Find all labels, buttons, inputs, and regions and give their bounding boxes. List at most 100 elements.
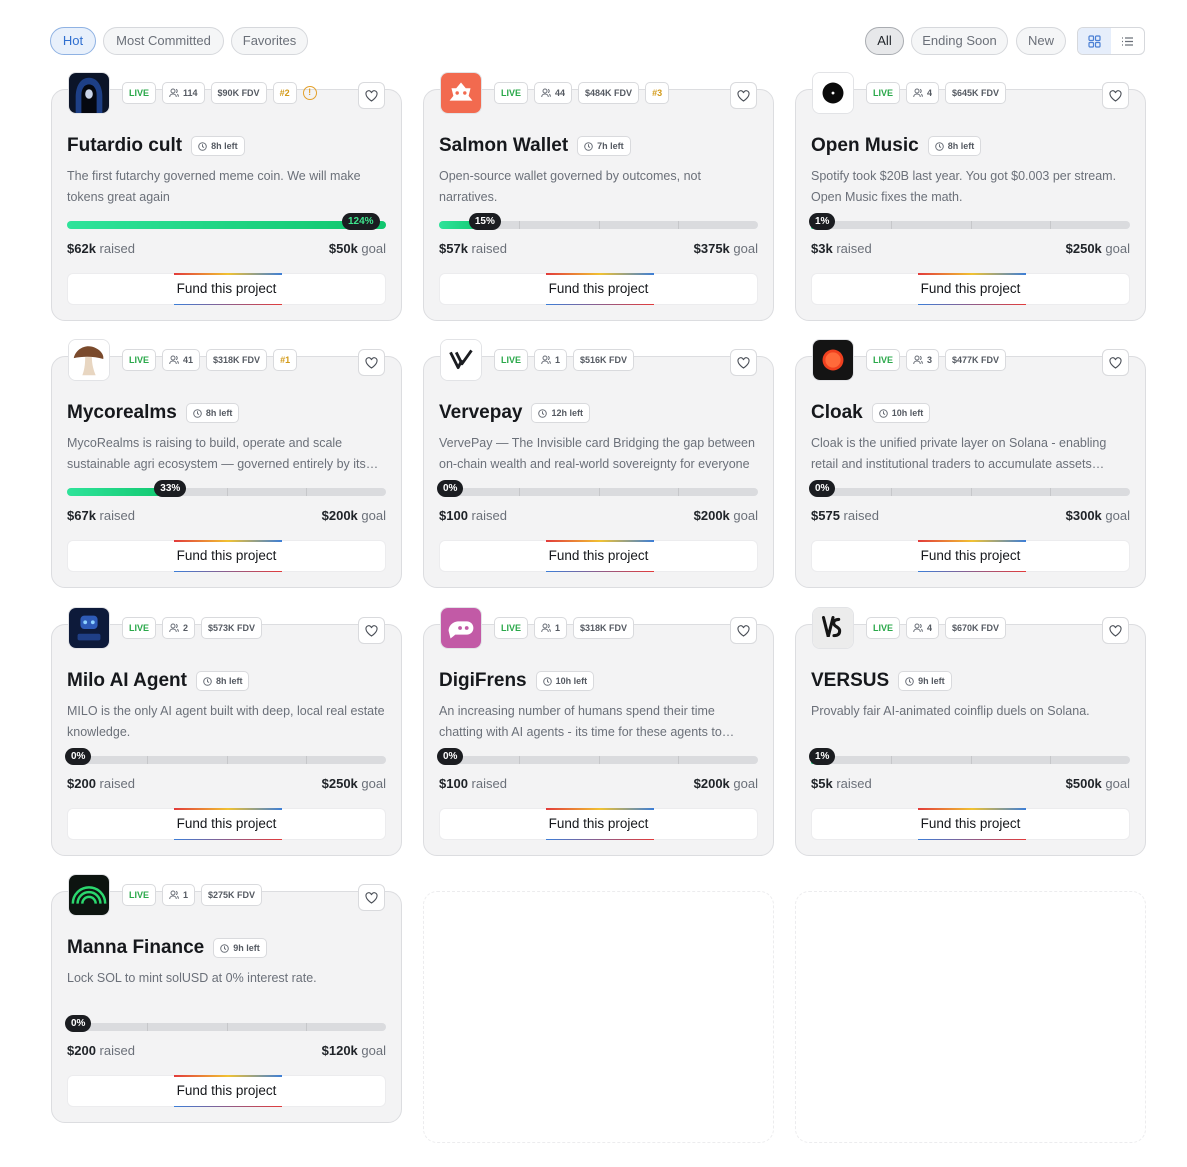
progress-tick: [519, 756, 520, 764]
favorite-button[interactable]: [730, 617, 757, 644]
raised-value: $575: [811, 508, 840, 523]
project-logo: [440, 339, 482, 381]
goal-label: goal: [361, 241, 386, 256]
project-card[interactable]: LIVE 41 $318K FDV #1 Mycorealms 8h left …: [51, 339, 402, 588]
fund-project-button[interactable]: Fund this project: [67, 273, 386, 305]
title-row: Manna Finance 9h left: [67, 937, 267, 959]
project-card[interactable]: LIVE 4 $670K FDV VERSUS 9h left Provably…: [795, 607, 1146, 856]
fund-project-button[interactable]: Fund this project: [811, 540, 1130, 572]
favorite-button[interactable]: [358, 617, 385, 644]
goal-value: $300k: [1065, 508, 1102, 523]
favorite-button[interactable]: [730, 349, 757, 376]
time-left-badge: 10h left: [535, 671, 595, 691]
grid-view-button[interactable]: [1078, 28, 1111, 54]
project-card[interactable]: LIVE 1 $516K FDV Vervepay 12h left Verve…: [423, 339, 774, 588]
fund-project-button[interactable]: Fund this project: [67, 808, 386, 840]
goal-amount: $375k goal: [694, 241, 758, 256]
project-title[interactable]: Cloak: [811, 402, 863, 424]
backers-count: 4: [927, 88, 933, 98]
grid-icon: [1088, 34, 1101, 48]
progress-tick: [306, 488, 307, 496]
fund-project-button[interactable]: Fund this project: [67, 540, 386, 572]
time-left-text: 12h left: [551, 408, 583, 418]
backers-badge: 2: [162, 617, 196, 639]
backers-badge: 1: [162, 884, 196, 906]
fund-project-button[interactable]: Fund this project: [439, 808, 758, 840]
project-title[interactable]: Vervepay: [439, 402, 522, 424]
goal-label: goal: [1105, 241, 1130, 256]
badge-row: LIVE 4 $645K FDV: [866, 82, 1007, 104]
favorite-button[interactable]: [1102, 82, 1129, 109]
clock-icon: [905, 676, 914, 686]
fund-project-button[interactable]: Fund this project: [439, 273, 758, 305]
progress-bar: 124%: [67, 213, 386, 230]
time-left-text: 9h left: [233, 943, 260, 953]
amounts-row: $3k raised $250k goal: [811, 241, 1130, 256]
fund-project-button[interactable]: Fund this project: [811, 273, 1130, 305]
filter-hot[interactable]: Hot: [50, 27, 96, 55]
project-card[interactable]: LIVE 2 $573K FDV Milo AI Agent 8h left M…: [51, 607, 402, 856]
raised-value: $3k: [811, 241, 833, 256]
favorite-button[interactable]: [358, 884, 385, 911]
progress-bar: 0%: [65, 748, 386, 765]
filter-all[interactable]: All: [865, 27, 904, 55]
project-title[interactable]: Salmon Wallet: [439, 135, 568, 157]
project-card[interactable]: LIVE 1 $318K FDV DigiFrens 10h left An i…: [423, 607, 774, 856]
project-title[interactable]: Manna Finance: [67, 937, 204, 959]
heart-icon: [1109, 624, 1122, 637]
project-description: Cloak is the unified private layer on So…: [811, 436, 1107, 471]
raised-amount: $57k raised: [439, 241, 507, 256]
progress-tick: [678, 488, 679, 496]
progress-fill: [67, 221, 386, 229]
backers-count: 1: [183, 890, 189, 900]
project-title[interactable]: DigiFrens: [439, 670, 527, 692]
fund-project-button[interactable]: Fund this project: [811, 808, 1130, 840]
time-left-badge: 8h left: [191, 136, 245, 156]
empty-card-placeholder: [795, 891, 1146, 1143]
live-badge: LIVE: [494, 82, 529, 104]
project-title[interactable]: Mycorealms: [67, 402, 177, 424]
project-title[interactable]: VERSUS: [811, 670, 889, 692]
favorite-button[interactable]: [1102, 349, 1129, 376]
project-logo: [440, 607, 482, 649]
users-icon: [913, 88, 923, 98]
favorite-button[interactable]: [1102, 617, 1129, 644]
filter-favorites[interactable]: Favorites: [231, 27, 308, 55]
progress-tick: [147, 756, 148, 764]
progress-bar: 0%: [437, 748, 758, 765]
project-card[interactable]: LIVE 4 $645K FDV Open Music 8h left Spot…: [795, 72, 1146, 321]
project-title[interactable]: Milo AI Agent: [67, 670, 187, 692]
favorite-button[interactable]: [730, 82, 757, 109]
project-title[interactable]: Futardio cult: [67, 135, 182, 157]
favorite-button[interactable]: [358, 349, 385, 376]
backers-badge: 4: [906, 82, 940, 104]
project-logo: [68, 72, 110, 114]
backers-badge: 3: [906, 349, 940, 371]
project-card[interactable]: LIVE 3 $477K FDV Cloak 10h left Cloak is…: [795, 339, 1146, 588]
raised-value: $5k: [811, 776, 833, 791]
favorite-button[interactable]: [358, 82, 385, 109]
badge-row: LIVE 1 $516K FDV: [494, 349, 635, 371]
amounts-row: $100 raised $200k goal: [439, 508, 758, 523]
progress-bar: 15%: [439, 213, 758, 230]
project-logo: [68, 607, 110, 649]
project-card[interactable]: LIVE 114 $90K FDV #2! Futardio cult 8h l…: [51, 72, 402, 321]
filter-most-committed[interactable]: Most Committed: [103, 27, 224, 55]
project-description: VervePay — The Invisible card Bridging t…: [439, 436, 755, 471]
progress-tick: [971, 221, 972, 229]
live-badge: LIVE: [866, 349, 901, 371]
progress-percent: 1%: [809, 213, 836, 230]
fund-project-button[interactable]: Fund this project: [439, 540, 758, 572]
filter-new[interactable]: New: [1016, 27, 1066, 55]
raised-amount: $62k raised: [67, 241, 135, 256]
clock-icon: [193, 408, 202, 418]
fund-project-button[interactable]: Fund this project: [67, 1075, 386, 1107]
project-title[interactable]: Open Music: [811, 135, 919, 157]
live-badge: LIVE: [122, 884, 157, 906]
list-view-button[interactable]: [1111, 28, 1144, 54]
project-card[interactable]: LIVE 44 $484K FDV #3 Salmon Wallet 7h le…: [423, 72, 774, 321]
filter-ending-soon[interactable]: Ending Soon: [911, 27, 1008, 55]
project-card[interactable]: LIVE 1 $275K FDV Manna Finance 9h left L…: [51, 874, 402, 1123]
project-description: Open-source wallet governed by outcomes,…: [439, 169, 701, 204]
users-icon: [169, 88, 179, 98]
